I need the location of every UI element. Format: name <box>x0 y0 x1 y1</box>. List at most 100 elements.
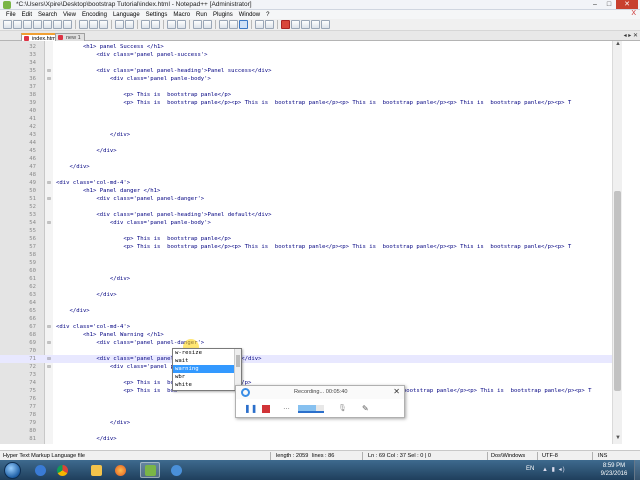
cut-icon[interactable] <box>79 20 88 29</box>
draw-pen-icon[interactable]: ✎ <box>362 404 369 414</box>
code-line[interactable]: 68 <h1> Panel Warning </h1> <box>0 331 612 339</box>
clock[interactable]: 8:59 PM 9/23/2016 <box>597 462 631 478</box>
close-file-icon[interactable] <box>43 20 52 29</box>
menu-settings[interactable]: Settings <box>143 12 171 18</box>
taskbar-chrome-icon[interactable] <box>52 462 72 478</box>
vertical-scrollbar[interactable]: ▲ ▼ <box>612 41 622 444</box>
code-line[interactable]: 53 <div class='panel panel-heading'>Pane… <box>0 211 612 219</box>
code-line[interactable]: 61 </div> <box>0 275 612 283</box>
fold-toggle-icon[interactable]: ⊟ <box>45 363 53 371</box>
menu-macro[interactable]: Macro <box>170 12 193 18</box>
stop-icon[interactable] <box>262 405 270 413</box>
code-text-area[interactable]: 32 <h1> panel Success </h1> 33 <div class… <box>0 41 612 444</box>
autocomplete-item[interactable]: wait <box>173 357 241 365</box>
doc-map-icon[interactable] <box>255 20 264 29</box>
menu-encoding[interactable]: Encoding <box>79 12 110 18</box>
tab-scroll-arrows[interactable]: ◂ ▸ ✕ <box>624 32 638 39</box>
taskbar-recorder-icon[interactable] <box>166 462 186 478</box>
open-file-icon[interactable] <box>13 20 22 29</box>
paste-icon[interactable] <box>99 20 108 29</box>
code-line[interactable]: 52 <box>0 203 612 211</box>
maximize-button[interactable]: □ <box>602 0 616 9</box>
copy-icon[interactable] <box>89 20 98 29</box>
code-line[interactable]: 79 </div> <box>0 419 612 427</box>
record-macro-icon[interactable] <box>281 20 290 29</box>
menu-window[interactable]: Window <box>236 12 263 18</box>
code-line[interactable]: 34 <box>0 59 612 67</box>
code-line[interactable]: 73 <box>0 371 612 379</box>
autocomplete-item-selected[interactable]: warning <box>173 365 241 373</box>
zoom-in-icon[interactable] <box>167 20 176 29</box>
save-icon[interactable] <box>23 20 32 29</box>
save-all-icon[interactable] <box>33 20 42 29</box>
code-line[interactable]: 64 <box>0 299 612 307</box>
code-line[interactable]: 48 <box>0 171 612 179</box>
code-line[interactable]: 36 ⊟ <div class='panel panle-body'> <box>0 75 612 83</box>
code-line[interactable]: 40 <box>0 107 612 115</box>
play-macro-icon[interactable] <box>301 20 310 29</box>
pause-icon[interactable]: ❚❚ <box>244 404 257 414</box>
code-line[interactable]: 44 <box>0 139 612 147</box>
close-button[interactable]: ✕ <box>616 0 638 9</box>
sync-vertical-icon[interactable] <box>193 20 202 29</box>
fold-toggle-icon[interactable]: ⊟ <box>45 219 53 227</box>
close-all-icon[interactable] <box>53 20 62 29</box>
menu-view[interactable]: View <box>60 12 79 18</box>
fold-toggle-icon[interactable]: ⊟ <box>45 179 53 187</box>
code-line[interactable]: 67 ⊟ <div class='col-md-4'> <box>0 323 612 331</box>
replace-icon[interactable] <box>151 20 160 29</box>
code-line[interactable]: 41 <box>0 115 612 123</box>
code-line[interactable]: 71 ⊟ <div class='panel panel-warr'>Panel … <box>0 355 612 363</box>
menu-file[interactable]: File <box>3 12 19 18</box>
volume-level-meter[interactable] <box>298 405 324 413</box>
code-line[interactable]: 58 <box>0 251 612 259</box>
language-indicator[interactable]: EN <box>526 466 534 472</box>
code-line[interactable]: 70 <box>0 347 612 355</box>
redo-icon[interactable] <box>125 20 134 29</box>
code-line[interactable]: 60 <box>0 267 612 275</box>
code-line[interactable]: 51 ⊟ <div class='panel panel-danger'> <box>0 195 612 203</box>
taskbar-explorer-icon[interactable] <box>30 462 50 478</box>
code-line[interactable]: 33 <div class='panel panel-success'> <box>0 51 612 59</box>
code-line[interactable]: 59 <box>0 259 612 267</box>
code-line[interactable]: 72 ⊟ <div class='panel p <box>0 363 612 371</box>
fold-toggle-icon[interactable]: ⊟ <box>45 195 53 203</box>
code-line[interactable]: 55 <box>0 227 612 235</box>
taskbar-firefox-icon[interactable] <box>110 462 130 478</box>
code-line[interactable]: 56 <p> This is bootstrap panle</p> <box>0 235 612 243</box>
code-line[interactable]: 66 <box>0 315 612 323</box>
taskbar-folder-icon[interactable] <box>86 462 106 478</box>
code-editor[interactable]: 32 <h1> panel Success </h1> 33 <div class… <box>0 41 640 444</box>
run-macro-multiple-icon[interactable] <box>311 20 320 29</box>
menu-help[interactable]: ? <box>263 12 272 18</box>
word-wrap-icon[interactable] <box>219 20 228 29</box>
menu-plugins[interactable]: Plugins <box>210 12 236 18</box>
more-options-icon[interactable]: … <box>283 404 290 414</box>
fold-toggle-icon[interactable]: ⊟ <box>45 323 53 331</box>
show-all-chars-icon[interactable] <box>229 20 238 29</box>
sync-horizontal-icon[interactable] <box>203 20 212 29</box>
indent-guide-icon[interactable] <box>239 20 248 29</box>
microphone-icon[interactable]: 🎙 <box>338 404 347 414</box>
code-line[interactable]: 63 </div> <box>0 291 612 299</box>
code-line[interactable]: 62 <box>0 283 612 291</box>
find-icon[interactable] <box>141 20 150 29</box>
autocomplete-scrollbar[interactable] <box>234 349 241 390</box>
code-line[interactable]: 80 <box>0 427 612 435</box>
code-line[interactable]: 32 <h1> panel Success </h1> <box>0 43 612 51</box>
start-button[interactable] <box>4 462 21 479</box>
code-line[interactable]: 39 <p> This is bootstrap panle</p><p> Th… <box>0 99 612 107</box>
minimize-button[interactable]: – <box>588 0 602 9</box>
scrollbar-thumb[interactable] <box>614 191 621 391</box>
fold-toggle-icon[interactable]: ⊟ <box>45 75 53 83</box>
code-line[interactable]: 46 <box>0 155 612 163</box>
tab-new-1[interactable]: new 1 <box>55 33 85 41</box>
code-line[interactable]: 47 </div> <box>0 163 612 171</box>
fold-toggle-icon[interactable]: ⊟ <box>45 67 53 75</box>
menu-run[interactable]: Run <box>193 12 210 18</box>
code-line[interactable]: 81 </div> <box>0 435 612 443</box>
code-line[interactable]: 54 ⊟ <div class='panel panle-body'> <box>0 219 612 227</box>
menu-search[interactable]: Search <box>35 12 60 18</box>
code-line[interactable]: 65 </div> <box>0 307 612 315</box>
tray-icons[interactable]: ▲ ▮ ◂) <box>542 466 566 473</box>
